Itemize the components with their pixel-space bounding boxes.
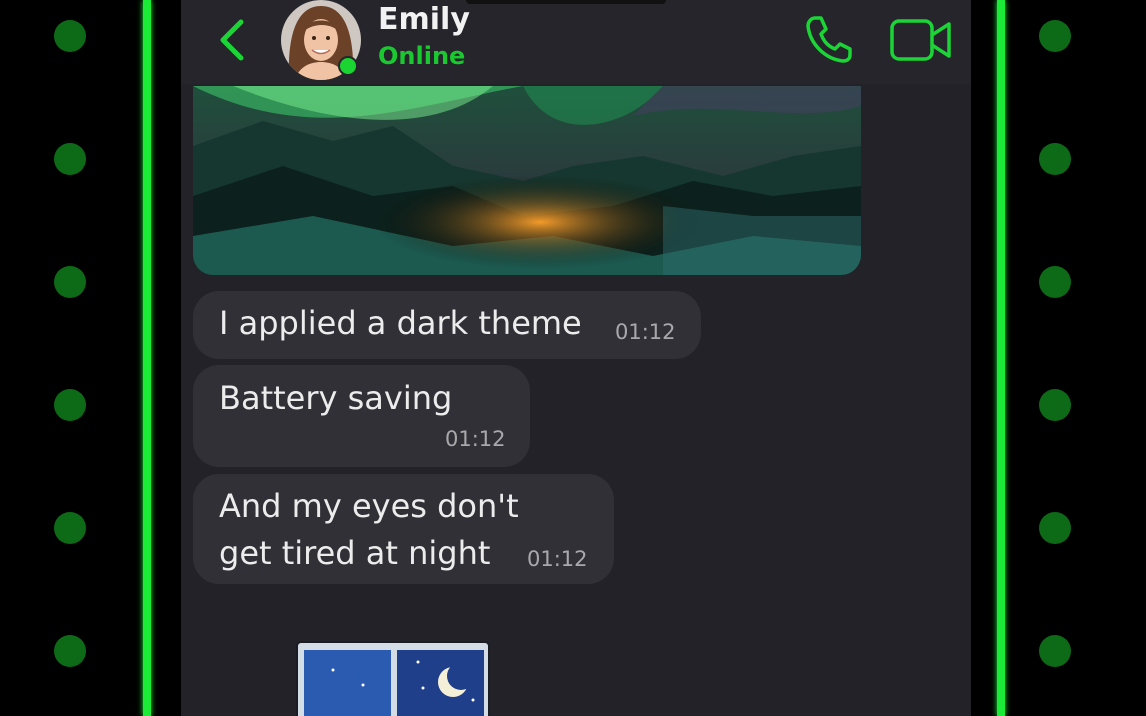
night-window-sticker[interactable] bbox=[293, 640, 493, 716]
contact-status: Online bbox=[378, 42, 466, 70]
right-dot bbox=[1039, 512, 1071, 544]
online-indicator bbox=[338, 56, 358, 76]
right-dot bbox=[1039, 635, 1071, 667]
left-dot bbox=[54, 512, 86, 544]
message-text: Battery saving bbox=[219, 379, 453, 417]
message-time: 01:12 bbox=[527, 547, 588, 571]
contact-name[interactable]: Emily bbox=[378, 2, 470, 37]
right-dot bbox=[1039, 143, 1071, 175]
message-bubble[interactable]: And my eyes don't get tired at night 01:… bbox=[193, 474, 614, 584]
message-bubble[interactable]: I applied a dark theme 01:12 bbox=[193, 291, 701, 359]
aurora-photo[interactable] bbox=[193, 86, 861, 275]
right-dot bbox=[1039, 389, 1071, 421]
left-dot bbox=[54, 20, 86, 52]
video-camera-icon[interactable] bbox=[889, 14, 953, 66]
message-text: get tired at night bbox=[219, 534, 491, 572]
left-dot bbox=[54, 266, 86, 298]
left-dot bbox=[54, 143, 86, 175]
message-text: I applied a dark theme bbox=[219, 304, 582, 342]
right-dot bbox=[1039, 266, 1071, 298]
chat-header: Emily Online bbox=[181, 0, 971, 84]
message-text: And my eyes don't bbox=[219, 487, 519, 525]
message-time: 01:12 bbox=[615, 320, 676, 344]
camera-notch bbox=[466, 0, 666, 4]
left-neon-frame bbox=[143, 0, 151, 716]
chevron-left-icon[interactable] bbox=[213, 18, 253, 62]
right-dot bbox=[1039, 20, 1071, 52]
left-dot bbox=[54, 635, 86, 667]
message-time: 01:12 bbox=[445, 427, 506, 451]
chat-screen: Emily Online I applied a dark theme 01:1… bbox=[181, 0, 971, 716]
phone-icon[interactable] bbox=[801, 12, 855, 66]
left-dot bbox=[54, 389, 86, 421]
right-neon-frame bbox=[997, 0, 1005, 716]
message-bubble[interactable]: Battery saving 01:12 bbox=[193, 365, 530, 467]
